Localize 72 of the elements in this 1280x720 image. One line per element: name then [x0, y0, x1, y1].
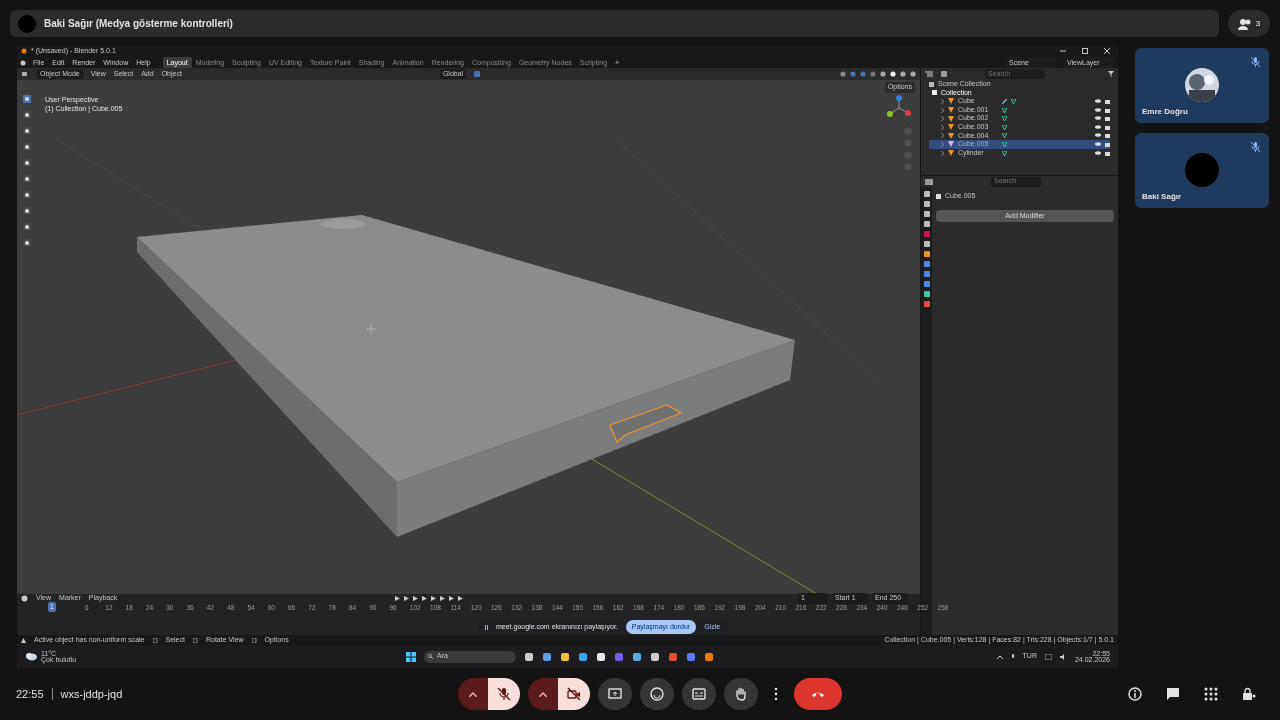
- app-icon[interactable]: [650, 651, 661, 662]
- close-icon[interactable]: [1104, 48, 1110, 54]
- people-icon: [1237, 17, 1252, 30]
- emoji-icon: [650, 687, 665, 701]
- app-icon[interactable]: [596, 651, 607, 662]
- tool-icon[interactable]: [23, 159, 31, 167]
- tool-icon[interactable]: [23, 95, 31, 103]
- filter-icon[interactable]: [1108, 71, 1114, 77]
- participant-name: Emre Doğru: [1142, 106, 1188, 118]
- tool-icon[interactable]: [23, 191, 31, 199]
- tool-icon[interactable]: [23, 175, 31, 183]
- tool-icon[interactable]: [23, 111, 31, 119]
- editor-type-icon[interactable]: [21, 71, 29, 77]
- clock-icon[interactable]: [21, 595, 28, 602]
- lock-person-icon[interactable]: [1242, 687, 1256, 701]
- grid-icon[interactable]: [1204, 687, 1218, 701]
- minimize-icon[interactable]: [1060, 48, 1066, 54]
- present-button[interactable]: [598, 678, 633, 710]
- mouse-icon: [192, 637, 198, 643]
- app-icon[interactable]: [542, 651, 553, 662]
- app-icon[interactable]: [560, 651, 571, 662]
- app-icon[interactable]: [632, 651, 643, 662]
- maximize-icon[interactable]: [1082, 48, 1088, 54]
- participant-tile[interactable]: Baki Sağır: [1135, 133, 1269, 208]
- search-icon: [428, 654, 434, 659]
- caret-button[interactable]: [528, 678, 559, 710]
- reaction-button[interactable]: [640, 678, 675, 710]
- tool-icon[interactable]: [23, 207, 31, 215]
- meeting-time: 22:55: [16, 686, 44, 702]
- hand-icon: [734, 687, 749, 701]
- drag-handle-icon[interactable]: [485, 624, 488, 630]
- present-icon: [608, 687, 623, 701]
- chat-icon[interactable]: [1166, 687, 1180, 701]
- tool-icon[interactable]: [23, 143, 31, 151]
- raise-hand-button[interactable]: [724, 678, 759, 710]
- app-icon[interactable]: [704, 651, 715, 662]
- participant-tile[interactable]: Emre Doğru: [1135, 48, 1269, 123]
- start-icon[interactable]: [406, 651, 417, 662]
- mouse-icon: [152, 637, 158, 643]
- warning-icon: [21, 637, 26, 643]
- meeting-code: wxs-jddp-jqd: [60, 686, 123, 702]
- mouse-icon: [251, 637, 257, 643]
- app-icon[interactable]: [578, 651, 589, 662]
- app-icon[interactable]: [524, 651, 535, 662]
- outliner-icon[interactable]: [925, 71, 933, 77]
- properties-icon[interactable]: [925, 178, 933, 185]
- captions-icon: [692, 687, 707, 701]
- origin-icon: [365, 323, 377, 335]
- caret-icon: [469, 691, 478, 697]
- speaker-icon[interactable]: [1059, 653, 1067, 660]
- avatar-icon: [18, 14, 36, 33]
- object-icon: [936, 193, 941, 199]
- microphone-off-icon: [497, 687, 512, 701]
- avatar-icon: [1185, 153, 1219, 187]
- snap-icon[interactable]: [474, 71, 481, 77]
- tool-icon[interactable]: [23, 127, 31, 135]
- info-icon[interactable]: [1128, 687, 1142, 701]
- caret-icon: [539, 691, 548, 697]
- tool-icon[interactable]: [23, 223, 31, 231]
- captions-button[interactable]: [682, 678, 717, 710]
- caret-button[interactable]: [458, 678, 489, 710]
- tool-icon[interactable]: [23, 239, 31, 247]
- people-button[interactable]: 3: [1228, 10, 1270, 37]
- leave-call-button[interactable]: [794, 678, 843, 710]
- chevron-icon[interactable]: [996, 654, 1003, 659]
- participant-name: Baki Sağır: [1142, 191, 1182, 203]
- display-icon[interactable]: [1044, 653, 1052, 660]
- camera-off-icon: [567, 687, 582, 701]
- camera-button[interactable]: [558, 678, 591, 710]
- cloud-icon: [25, 652, 37, 661]
- microphone-button[interactable]: [488, 678, 521, 710]
- presenter-label: Baki Sağır (Medya gösterme kontrolleri): [44, 17, 233, 31]
